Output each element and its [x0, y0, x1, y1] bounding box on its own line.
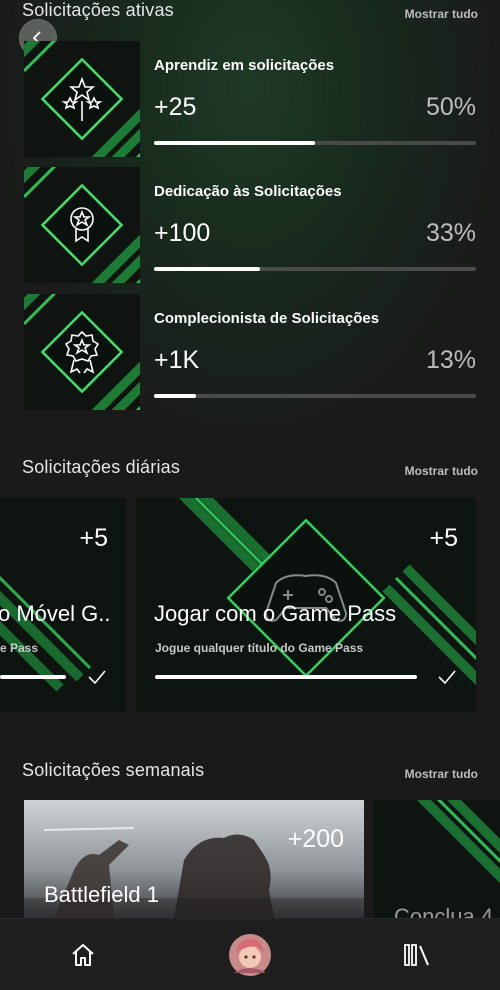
daily-see-all-link[interactable]: Mostrar tudo — [405, 464, 478, 478]
active-see-all-link[interactable]: Mostrar tudo — [405, 7, 478, 21]
avatar — [229, 934, 271, 976]
home-icon — [72, 944, 94, 966]
card-title: Battlefield 1 — [44, 882, 159, 907]
checkmark-icon — [438, 670, 456, 685]
card-title: o Móvel G.. — [0, 601, 111, 626]
challenge-percent: 33% — [425, 219, 476, 247]
card-progress-bar — [0, 675, 66, 679]
challenge-badge — [24, 41, 140, 157]
daily-section-title: Solicitações diárias — [22, 457, 181, 477]
card-subtitle: e Pass — [0, 641, 39, 655]
challenge-points: +25 — [154, 93, 197, 121]
active-challenge-row[interactable]: Dedicação às Solicitações +100 33% — [24, 167, 476, 285]
challenge-points: +1K — [154, 346, 200, 374]
challenge-name: Dedicação às Solicitações — [154, 183, 342, 200]
challenge-name: Complecionista de Solicitações — [154, 310, 380, 327]
challenge-progress-bar — [154, 394, 476, 398]
challenge-percent: 13% — [425, 346, 476, 374]
weekly-challenge-card[interactable]: +200 Battlefield 1 — [24, 800, 364, 918]
card-points: +5 — [429, 524, 458, 552]
card-subtitle: Jogue qualquer título do Game Pass — [155, 641, 364, 655]
challenge-progress-fill — [154, 267, 261, 271]
active-section-title: Solicitações ativas — [22, 0, 174, 20]
challenge-progress-bar — [154, 267, 476, 271]
active-challenge-row[interactable]: Aprendiz em solicitações +25 50% — [24, 41, 476, 159]
challenge-percent: 50% — [425, 93, 476, 121]
weekly-challenge-card[interactable]: Conclua 4 — [374, 800, 500, 918]
card-title: Conclua 4 — [394, 904, 494, 918]
library-icon — [404, 944, 429, 966]
card-points: +200 — [287, 825, 344, 853]
daily-challenge-card[interactable]: +5 o Móvel G.. e Pass — [0, 498, 126, 712]
nav-home[interactable] — [50, 919, 116, 990]
challenge-badge — [24, 294, 140, 410]
challenge-progress-fill — [154, 141, 315, 145]
challenge-points: +100 — [154, 219, 211, 247]
daily-challenge-card[interactable]: +5 Jogar com o Game Pass Jogue qualquer … — [136, 498, 476, 712]
challenge-name: Aprendiz em solicitações — [154, 57, 335, 74]
active-challenge-row[interactable]: Complecionista de Solicitações +1K 13% — [24, 294, 476, 412]
checkmark-icon — [88, 670, 106, 685]
nav-library[interactable] — [384, 919, 450, 990]
card-title: Jogar com o Game Pass — [154, 601, 397, 626]
challenge-progress-fill — [154, 394, 196, 398]
weekly-section-title: Solicitações semanais — [22, 760, 205, 780]
nav-profile[interactable] — [217, 919, 283, 990]
card-progress-bar — [155, 675, 417, 679]
card-points: +5 — [79, 524, 108, 552]
bottom-navigation — [0, 918, 500, 990]
challenge-progress-bar — [154, 141, 476, 145]
challenge-badge — [24, 167, 140, 283]
weekly-see-all-link[interactable]: Mostrar tudo — [405, 767, 478, 781]
